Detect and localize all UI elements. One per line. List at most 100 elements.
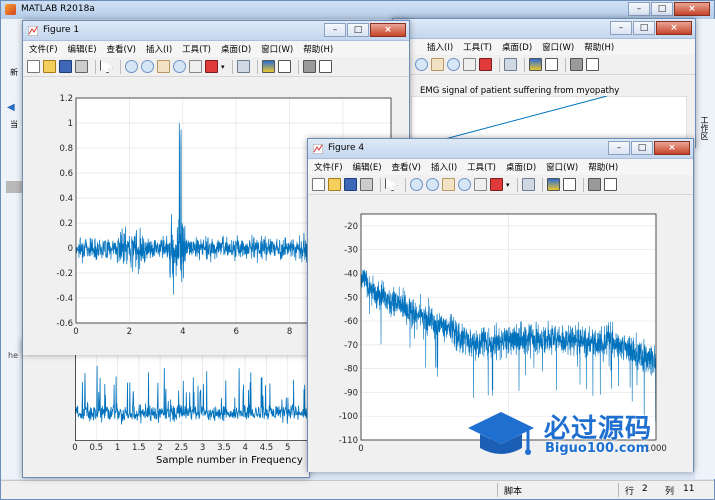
edit-plot-icon[interactable] <box>385 178 398 191</box>
save-icon[interactable] <box>344 178 357 191</box>
figure1-x-tick-label: 0 <box>73 327 78 337</box>
menu-file[interactable]: 文件(F) <box>314 161 343 173</box>
menu-tools[interactable]: 工具(T) <box>182 43 211 55</box>
maximize-button[interactable]: □ <box>651 2 673 16</box>
brush-icon[interactable] <box>490 178 503 191</box>
colorbar-icon[interactable] <box>529 58 542 71</box>
menu-desktop[interactable]: 桌面(D) <box>221 43 251 55</box>
colorbar-icon[interactable] <box>546 178 560 191</box>
figure1-x-tick-label: 4 <box>180 327 185 337</box>
open-file-icon[interactable] <box>43 60 56 73</box>
status-script: 脚本 <box>504 487 523 497</box>
link-icon[interactable] <box>504 58 517 71</box>
menu-view[interactable]: 查看(V) <box>392 161 421 173</box>
menu-edit[interactable]: 编辑(E) <box>68 43 97 55</box>
figure4-y-tick-label: -70 <box>344 341 358 351</box>
brush-icon[interactable] <box>205 60 218 73</box>
emg-minimize-button[interactable]: – <box>610 21 632 35</box>
new-figure-icon[interactable] <box>27 60 40 73</box>
spectrum-back-xtick-labels: 0 0.5 1 1.5 2 2.5 3 3.5 4 4.5 5 <box>72 443 309 455</box>
data-cursor-icon[interactable] <box>463 58 476 71</box>
edit-plot-icon[interactable] <box>100 60 113 73</box>
matlab-titlebar[interactable]: MATLAB R2018a – □ × <box>1 1 714 19</box>
toolbar-separator <box>380 177 381 192</box>
figure4-titlebar[interactable]: Figure 4 – □ × <box>308 139 693 159</box>
menu-window[interactable]: 窗口(W) <box>546 161 578 173</box>
brush-dropdown-icon[interactable]: ▾ <box>506 181 510 189</box>
rotate-icon[interactable] <box>173 60 186 73</box>
figure1-y-tick-label: 1 <box>68 119 73 129</box>
menu-help[interactable]: 帮助(H) <box>588 161 618 173</box>
figure4-maximize-button[interactable]: □ <box>631 141 653 155</box>
show-plot-tools-icon[interactable] <box>603 178 617 191</box>
toolbar-separator <box>231 59 233 74</box>
emg-menu-desktop[interactable]: 桌面(D) <box>502 41 532 53</box>
data-cursor-icon[interactable] <box>474 178 487 191</box>
figure4-close-button[interactable]: × <box>654 141 690 155</box>
spectrum-back-x-tick-label: 2.5 <box>174 443 189 453</box>
emg-maximize-button[interactable]: □ <box>633 21 655 35</box>
menu-window[interactable]: 窗口(W) <box>261 43 293 55</box>
watermark: 必过源码 Biguo100.com <box>466 408 696 468</box>
menu-edit[interactable]: 编辑(E) <box>353 161 382 173</box>
minimize-button[interactable]: – <box>628 2 650 16</box>
figure4-minimize-button[interactable]: – <box>608 141 630 155</box>
figure4-y-tick-label: -90 <box>344 388 358 398</box>
menu-insert[interactable]: 插入(I) <box>431 161 457 173</box>
emg-menu-tools[interactable]: 工具(T) <box>463 41 492 53</box>
pan-icon[interactable] <box>431 58 444 71</box>
menu-tools[interactable]: 工具(T) <box>467 161 496 173</box>
menu-view[interactable]: 查看(V) <box>107 43 136 55</box>
legend-icon[interactable] <box>545 58 558 71</box>
menu-file[interactable]: 文件(F) <box>29 43 58 55</box>
spectrum-back-x-tick-label: 1.5 <box>132 443 146 453</box>
link-icon[interactable] <box>521 178 535 191</box>
legend-icon[interactable] <box>562 178 576 191</box>
link-icon[interactable] <box>236 60 250 73</box>
brush-dropdown-icon[interactable]: ▾ <box>221 63 225 71</box>
legend-icon[interactable] <box>277 60 291 73</box>
toolbar-separator <box>524 57 525 72</box>
figure1-x-tick-label: 2 <box>127 327 132 337</box>
hide-plot-tools-icon[interactable] <box>302 60 316 73</box>
zoom-out-icon[interactable] <box>415 58 428 71</box>
back-arrow-icon[interactable]: ◀ <box>7 102 15 113</box>
figure1-close-button[interactable]: × <box>370 23 406 37</box>
figure1-minimize-button[interactable]: – <box>324 23 346 37</box>
menu-insert[interactable]: 插入(I) <box>146 43 172 55</box>
rotate-icon[interactable] <box>458 178 471 191</box>
new-figure-icon[interactable] <box>312 178 325 191</box>
pan-icon[interactable] <box>442 178 455 191</box>
figure1-maximize-button[interactable]: □ <box>347 23 369 37</box>
zoom-out-icon[interactable] <box>141 60 154 73</box>
emg-menu-window[interactable]: 窗口(W) <box>542 41 574 53</box>
brush-icon[interactable] <box>479 58 492 71</box>
show-plot-tools-icon[interactable] <box>586 58 599 71</box>
data-cursor-icon[interactable] <box>189 60 202 73</box>
print-icon[interactable] <box>360 178 373 191</box>
hide-plot-tools-icon[interactable] <box>570 58 583 71</box>
print-icon[interactable] <box>75 60 88 73</box>
figure-emg-titlebar[interactable]: – □ × <box>393 19 695 39</box>
figure1-titlebar[interactable]: Figure 1 – □ × <box>23 21 409 41</box>
save-icon[interactable] <box>59 60 72 73</box>
figure1-y-tick-label: 1.2 <box>59 94 73 104</box>
emg-menu-help[interactable]: 帮助(H) <box>584 41 614 53</box>
menu-help[interactable]: 帮助(H) <box>303 43 333 55</box>
zoom-in-icon[interactable] <box>125 60 138 73</box>
hide-plot-tools-icon[interactable] <box>587 178 601 191</box>
show-plot-tools-icon[interactable] <box>318 60 332 73</box>
close-button[interactable]: × <box>674 2 710 16</box>
open-file-icon[interactable] <box>328 178 341 191</box>
zoom-out-icon[interactable] <box>426 178 439 191</box>
emg-close-button[interactable]: × <box>656 21 692 35</box>
zoom-in-icon[interactable] <box>410 178 423 191</box>
colorbar-icon[interactable] <box>261 60 275 73</box>
toolbar-separator <box>582 177 584 192</box>
rotate-icon[interactable] <box>447 58 460 71</box>
pan-icon[interactable] <box>157 60 170 73</box>
spectrum-back-x-tick-label: 2 <box>157 443 163 453</box>
figure1-toolbar: ▾ <box>23 57 409 77</box>
emg-menu-insert[interactable]: 插入(I) <box>427 41 453 53</box>
menu-desktop[interactable]: 桌面(D) <box>506 161 536 173</box>
